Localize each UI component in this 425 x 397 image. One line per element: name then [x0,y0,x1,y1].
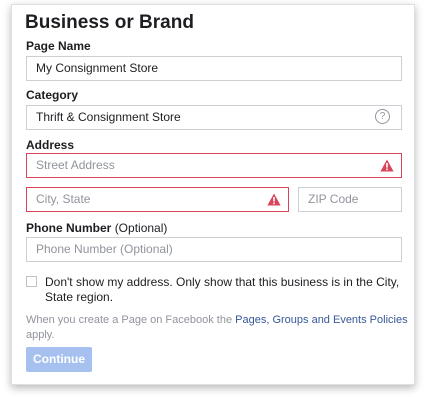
policy-prefix: When you create a Page on Facebook the [26,314,236,326]
policy-notice: When you create a Page on Facebook the P… [26,313,410,343]
street-address-input[interactable]: Street Address [26,153,402,178]
category-input[interactable]: Thrift & Consignment Store ? [26,105,402,130]
city-state-placeholder: City, State [36,192,91,206]
policy-suffix: apply. [26,329,55,341]
page-name-input[interactable]: My Consignment Store [26,56,402,81]
warning-triangle-icon [267,193,281,206]
business-or-brand-card: Business or Brand Page Name My Consignme… [11,4,415,385]
question-circle-icon[interactable]: ? [375,109,390,124]
policies-link[interactable]: Pages, Groups and Events Policies [235,314,407,326]
warning-triangle-icon [380,159,394,172]
street-address-placeholder: Street Address [36,158,115,172]
category-value: Thrift & Consignment Store [36,110,181,124]
zip-code-input[interactable]: ZIP Code [298,187,402,212]
hide-address-checkbox[interactable] [26,276,37,287]
form-title: Business or Brand [25,12,194,33]
phone-number-input[interactable]: Phone Number (Optional) [26,237,402,262]
phone-optional-text: (Optional) [114,221,168,235]
address-label: Address [26,138,75,152]
hide-address-text: Don't show my address. Only show that th… [45,275,400,304]
phone-number-label: Phone Number (Optional) [26,221,167,235]
city-state-input[interactable]: City, State [26,187,289,212]
category-label: Category [26,88,79,102]
page-name-label: Page Name [26,39,91,53]
phone-number-label-text: Phone Number [26,221,112,235]
continue-button[interactable]: Continue [26,347,92,372]
